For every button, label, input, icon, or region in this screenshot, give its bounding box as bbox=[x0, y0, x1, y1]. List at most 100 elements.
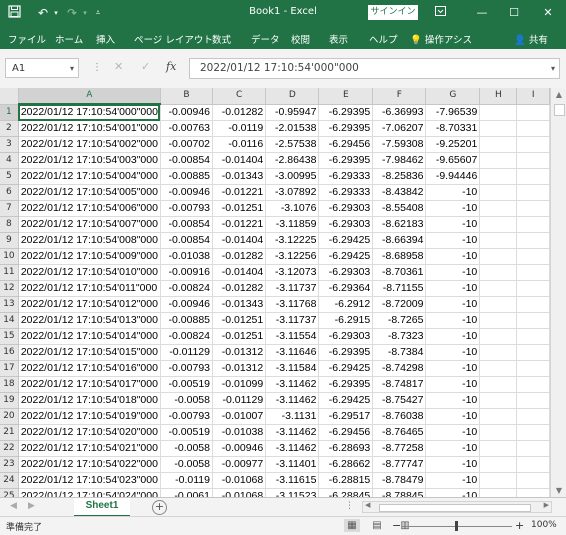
cell-c2[interactable]: -0.0119 bbox=[212, 120, 267, 137]
signin-button[interactable]: サインイン bbox=[368, 5, 418, 20]
scroll-thumb[interactable] bbox=[554, 104, 565, 116]
cancel-icon[interactable]: ✕ bbox=[114, 60, 123, 73]
cell-a12[interactable]: 2022/01/12 17:10:54'011"000 bbox=[18, 280, 161, 297]
cell-h8[interactable] bbox=[479, 216, 518, 233]
horizontal-scrollbar[interactable]: ◀ ▶ bbox=[362, 501, 552, 513]
cell-f17[interactable]: -8.74298 bbox=[372, 360, 427, 377]
cell-h9[interactable] bbox=[479, 232, 518, 249]
redo-dropdown-icon[interactable]: ▾ bbox=[80, 5, 90, 21]
cell-d6[interactable]: -3.07892 bbox=[265, 184, 320, 201]
tab-data[interactable]: データ bbox=[251, 32, 280, 46]
scroll-down-icon[interactable]: ▼ bbox=[551, 486, 566, 495]
cell-a4[interactable]: 2022/01/12 17:10:54'003"000 bbox=[18, 152, 161, 169]
select-all-corner[interactable] bbox=[0, 88, 19, 105]
cell-f11[interactable]: -8.70361 bbox=[372, 264, 427, 281]
cell-f13[interactable]: -8.72009 bbox=[372, 296, 427, 313]
cell-c4[interactable]: -0.01404 bbox=[212, 152, 267, 169]
cell-a23[interactable]: 2022/01/12 17:10:54'022"000 bbox=[18, 456, 161, 473]
cell-f2[interactable]: -7.06207 bbox=[372, 120, 427, 137]
cell-h5[interactable] bbox=[479, 168, 518, 185]
cell-d15[interactable]: -3.11554 bbox=[265, 328, 320, 345]
cell-a25[interactable]: 2022/01/12 17:10:54'024"000 bbox=[18, 488, 161, 497]
cell-b13[interactable]: -0.00946 bbox=[160, 296, 214, 313]
cell-b11[interactable]: -0.00916 bbox=[160, 264, 214, 281]
cell-g20[interactable]: -10 bbox=[425, 408, 481, 425]
cell-i11[interactable] bbox=[516, 264, 550, 281]
undo-icon[interactable]: ↶ bbox=[35, 5, 51, 21]
cell-a19[interactable]: 2022/01/12 17:10:54'018"000 bbox=[18, 392, 161, 409]
cell-h25[interactable] bbox=[479, 488, 518, 497]
cell-h4[interactable] bbox=[479, 152, 518, 169]
column-header-b[interactable]: B bbox=[160, 88, 214, 105]
cell-g8[interactable]: -10 bbox=[425, 216, 481, 233]
cell-d2[interactable]: -2.01538 bbox=[265, 120, 320, 137]
tab-help[interactable]: ヘルプ bbox=[369, 32, 398, 46]
row-header[interactable]: 25 bbox=[0, 488, 19, 497]
cell-i25[interactable] bbox=[516, 488, 550, 497]
cell-h17[interactable] bbox=[479, 360, 518, 377]
row-header[interactable]: 2 bbox=[0, 120, 19, 137]
cell-f16[interactable]: -8.7384 bbox=[372, 344, 427, 361]
cell-e25[interactable]: -6.28845 bbox=[318, 488, 374, 497]
name-box[interactable]: A1 ▾ bbox=[5, 58, 79, 78]
cell-d13[interactable]: -3.11768 bbox=[265, 296, 320, 313]
row-header[interactable]: 15 bbox=[0, 328, 19, 345]
cell-c3[interactable]: -0.0116 bbox=[212, 136, 267, 153]
cell-h21[interactable] bbox=[479, 424, 518, 441]
cell-d24[interactable]: -3.11615 bbox=[265, 472, 320, 489]
cell-c24[interactable]: -0.01068 bbox=[212, 472, 267, 489]
column-header-d[interactable]: D bbox=[265, 88, 320, 105]
cell-h14[interactable] bbox=[479, 312, 518, 329]
cell-i10[interactable] bbox=[516, 248, 550, 265]
ribbon-display-options-icon[interactable] bbox=[428, 3, 452, 23]
cell-c9[interactable]: -0.01404 bbox=[212, 232, 267, 249]
cell-d16[interactable]: -3.11646 bbox=[265, 344, 320, 361]
cell-e21[interactable]: -6.29456 bbox=[318, 424, 374, 441]
cell-f3[interactable]: -7.59308 bbox=[372, 136, 427, 153]
cell-d8[interactable]: -3.11859 bbox=[265, 216, 320, 233]
cell-b4[interactable]: -0.00854 bbox=[160, 152, 214, 169]
cell-f24[interactable]: -8.78479 bbox=[372, 472, 427, 489]
chevron-down-icon[interactable]: ▾ bbox=[70, 59, 74, 79]
cell-h7[interactable] bbox=[479, 200, 518, 217]
cell-g12[interactable]: -10 bbox=[425, 280, 481, 297]
row-header[interactable]: 7 bbox=[0, 200, 19, 217]
cell-h19[interactable] bbox=[479, 392, 518, 409]
cell-d4[interactable]: -2.86438 bbox=[265, 152, 320, 169]
cell-a6[interactable]: 2022/01/12 17:10:54'005"000 bbox=[18, 184, 161, 201]
cell-g7[interactable]: -10 bbox=[425, 200, 481, 217]
cell-b10[interactable]: -0.01038 bbox=[160, 248, 214, 265]
tab-page-layout[interactable]: ページ レイアウト bbox=[134, 32, 213, 46]
cell-g18[interactable]: -10 bbox=[425, 376, 481, 393]
cell-b2[interactable]: -0.00763 bbox=[160, 120, 214, 137]
cell-c10[interactable]: -0.01282 bbox=[212, 248, 267, 265]
cell-i4[interactable] bbox=[516, 152, 550, 169]
cell-i19[interactable] bbox=[516, 392, 550, 409]
cell-f23[interactable]: -8.77747 bbox=[372, 456, 427, 473]
cell-c23[interactable]: -0.00977 bbox=[212, 456, 267, 473]
cell-d21[interactable]: -3.11462 bbox=[265, 424, 320, 441]
cell-c6[interactable]: -0.01221 bbox=[212, 184, 267, 201]
prev-sheet-icon[interactable]: ◀ bbox=[10, 501, 17, 511]
cell-d20[interactable]: -3.1131 bbox=[265, 408, 320, 425]
scroll-left-icon[interactable]: ◀ bbox=[365, 501, 370, 509]
cell-e18[interactable]: -6.29395 bbox=[318, 376, 374, 393]
cell-h15[interactable] bbox=[479, 328, 518, 345]
share-button[interactable]: 👤 共有 bbox=[514, 32, 548, 46]
cell-e2[interactable]: -6.29395 bbox=[318, 120, 374, 137]
row-header[interactable]: 16 bbox=[0, 344, 19, 361]
row-header[interactable]: 20 bbox=[0, 408, 19, 425]
cell-a16[interactable]: 2022/01/12 17:10:54'015"000 bbox=[18, 344, 161, 361]
cell-b6[interactable]: -0.00946 bbox=[160, 184, 214, 201]
cell-f9[interactable]: -8.66394 bbox=[372, 232, 427, 249]
cell-e19[interactable]: -6.29425 bbox=[318, 392, 374, 409]
cell-f10[interactable]: -8.68958 bbox=[372, 248, 427, 265]
cell-b16[interactable]: -0.01129 bbox=[160, 344, 214, 361]
row-header[interactable]: 19 bbox=[0, 392, 19, 409]
cell-c13[interactable]: -0.01343 bbox=[212, 296, 267, 313]
cell-d25[interactable]: -3.11523 bbox=[265, 488, 320, 497]
cell-d11[interactable]: -3.12073 bbox=[265, 264, 320, 281]
undo-dropdown-icon[interactable]: ▾ bbox=[51, 5, 61, 21]
cell-c16[interactable]: -0.01312 bbox=[212, 344, 267, 361]
cell-i2[interactable] bbox=[516, 120, 550, 137]
